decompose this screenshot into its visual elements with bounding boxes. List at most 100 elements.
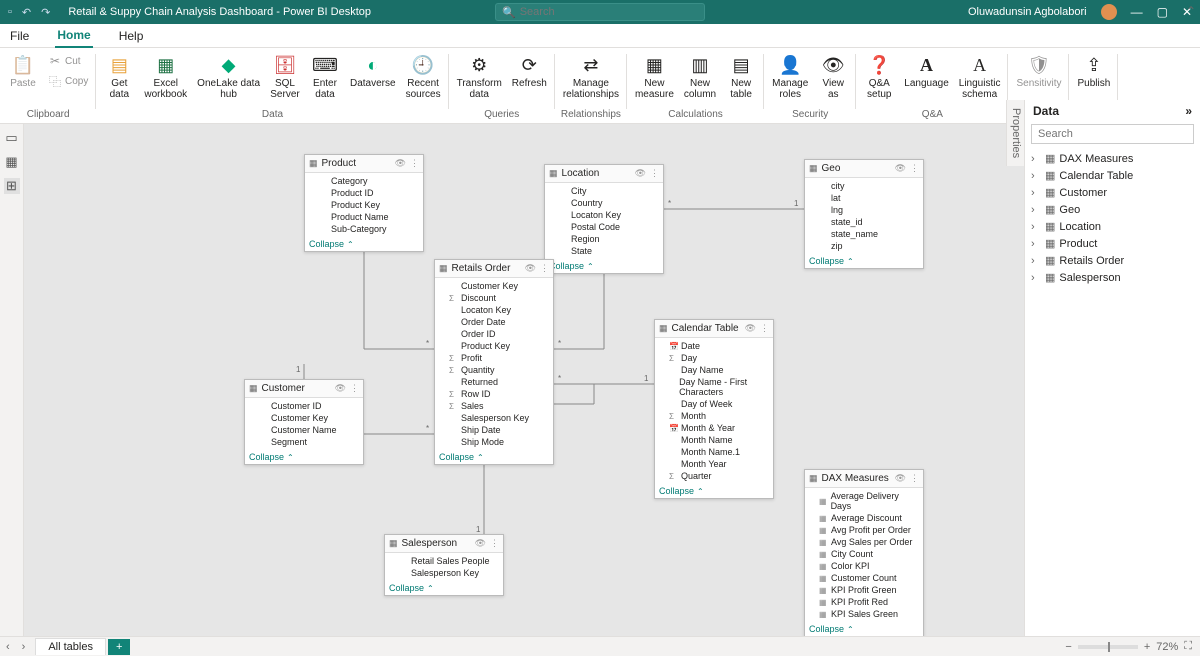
- field[interactable]: Day of Week: [669, 398, 767, 410]
- visibility-icon[interactable]: 👁: [475, 538, 486, 549]
- properties-tab[interactable]: Properties: [1006, 100, 1024, 166]
- tree-node[interactable]: ›▦Geo: [1029, 201, 1196, 218]
- copy-button[interactable]: ⿻Copy: [46, 72, 90, 90]
- language-button[interactable]: ALanguage: [902, 52, 951, 91]
- save-icon[interactable]: ▫: [8, 6, 12, 18]
- collapse-button[interactable]: Collapse: [245, 450, 363, 464]
- field[interactable]: Month Name.1: [669, 446, 767, 458]
- schema-button[interactable]: ALinguistic schema: [957, 52, 1003, 102]
- visibility-icon[interactable]: 👁: [635, 168, 646, 179]
- field[interactable]: ▦KPI Profit Green: [819, 584, 917, 596]
- field[interactable]: Country: [559, 197, 657, 209]
- field[interactable]: Locaton Key: [559, 209, 657, 221]
- zoom-fit-button[interactable]: ⛶: [1184, 640, 1192, 653]
- refresh-button[interactable]: ⟳Refresh: [510, 52, 549, 91]
- table-header[interactable]: ▦ Geo 👁 ⋮: [805, 160, 923, 178]
- collapse-button[interactable]: Collapse: [805, 622, 923, 636]
- view-as-button[interactable]: 👁View as: [816, 52, 850, 102]
- title-search-input[interactable]: [520, 6, 698, 18]
- ribbon-collapse-icon[interactable]: ⌃: [1186, 4, 1196, 18]
- table-header[interactable]: ▦ Customer 👁 ⋮: [245, 380, 363, 398]
- field[interactable]: Day Name: [669, 364, 767, 376]
- tree-node[interactable]: ›▦Calendar Table: [1029, 167, 1196, 184]
- field[interactable]: ▦Average Delivery Days: [819, 490, 917, 512]
- field[interactable]: Sub-Category: [319, 223, 417, 235]
- field[interactable]: Salesperson Key: [399, 567, 497, 579]
- tree-node[interactable]: ›▦Retails Order: [1029, 252, 1196, 269]
- more-icon[interactable]: ⋮: [650, 168, 659, 179]
- more-icon[interactable]: ⋮: [490, 538, 499, 549]
- field[interactable]: Month Year: [669, 458, 767, 470]
- field[interactable]: Customer Name: [259, 424, 357, 436]
- model-canvas[interactable]: 1* 1* *1 1* *1 *1 ▦ Product 👁 ⋮ Category…: [24, 124, 1024, 636]
- more-icon[interactable]: ⋮: [540, 263, 549, 274]
- field[interactable]: Segment: [259, 436, 357, 448]
- data-search[interactable]: [1031, 124, 1194, 144]
- menu-file[interactable]: File: [8, 25, 31, 47]
- field[interactable]: Month Name: [669, 434, 767, 446]
- table-header[interactable]: ▦ DAX Measures 👁 ⋮: [805, 470, 923, 488]
- expand-icon[interactable]: ›: [1031, 170, 1041, 182]
- sheet-tab[interactable]: All tables: [35, 638, 106, 655]
- field[interactable]: City: [559, 185, 657, 197]
- table-header[interactable]: ▦ Calendar Table 👁 ⋮: [655, 320, 773, 338]
- collapse-button[interactable]: Collapse: [655, 484, 773, 498]
- table-customer[interactable]: ▦ Customer 👁 ⋮ Customer IDCustomer KeyCu…: [244, 379, 364, 465]
- expand-icon[interactable]: ›: [1031, 238, 1041, 250]
- next-sheet-button[interactable]: ›: [16, 641, 32, 653]
- field[interactable]: ΣQuarter: [669, 470, 767, 482]
- field[interactable]: ΣSales: [449, 400, 547, 412]
- table-retails[interactable]: ▦ Retails Order 👁 ⋮ Customer KeyΣDiscoun…: [434, 259, 554, 465]
- collapse-button[interactable]: Collapse: [545, 259, 663, 273]
- field[interactable]: ▦KPI Sales Green: [819, 608, 917, 620]
- more-icon[interactable]: ⋮: [410, 158, 419, 169]
- field[interactable]: Category: [319, 175, 417, 187]
- tree-node[interactable]: ›▦Product: [1029, 235, 1196, 252]
- expand-icon[interactable]: ›: [1031, 255, 1041, 267]
- field[interactable]: zip: [819, 240, 917, 252]
- field[interactable]: Postal Code: [559, 221, 657, 233]
- field[interactable]: Ship Mode: [449, 436, 547, 448]
- collapse-button[interactable]: Collapse: [305, 237, 423, 251]
- field[interactable]: Product ID: [319, 187, 417, 199]
- visibility-icon[interactable]: 👁: [335, 383, 346, 394]
- more-icon[interactable]: ⋮: [760, 323, 769, 334]
- table-header[interactable]: ▦ Retails Order 👁 ⋮: [435, 260, 553, 278]
- zoom-out-button[interactable]: −: [1065, 641, 1071, 653]
- minimize-button[interactable]: —: [1131, 5, 1143, 19]
- visibility-icon[interactable]: 👁: [895, 163, 906, 174]
- data-pane-collapse-icon[interactable]: »: [1185, 104, 1192, 118]
- field[interactable]: ▦Avg Profit per Order: [819, 524, 917, 536]
- field[interactable]: Product Name: [319, 211, 417, 223]
- field[interactable]: Product Key: [319, 199, 417, 211]
- field[interactable]: Region: [559, 233, 657, 245]
- prev-sheet-button[interactable]: ‹: [0, 641, 16, 653]
- field[interactable]: Locaton Key: [449, 304, 547, 316]
- qa-setup-button[interactable]: ❓Q&A setup: [862, 52, 896, 102]
- sensitivity-button[interactable]: 🛡Sensitivity: [1014, 52, 1063, 91]
- field[interactable]: state_id: [819, 216, 917, 228]
- field[interactable]: Returned: [449, 376, 547, 388]
- field[interactable]: ΣQuantity: [449, 364, 547, 376]
- data-search-input[interactable]: [1031, 124, 1194, 144]
- field[interactable]: Ship Date: [449, 424, 547, 436]
- transform-button[interactable]: ⚙Transform data: [455, 52, 504, 102]
- table-geo[interactable]: ▦ Geo 👁 ⋮ citylatlngstate_idstate_namezi…: [804, 159, 924, 269]
- menu-help[interactable]: Help: [117, 25, 146, 47]
- publish-button[interactable]: ⇪Publish: [1075, 52, 1112, 91]
- new-table-button[interactable]: ▤New table: [724, 52, 758, 102]
- table-product[interactable]: ▦ Product 👁 ⋮ CategoryProduct IDProduct …: [304, 154, 424, 252]
- table-salesperson[interactable]: ▦ Salesperson 👁 ⋮ Retail Sales PeopleSal…: [384, 534, 504, 596]
- title-search[interactable]: 🔍: [495, 3, 705, 21]
- zoom-slider[interactable]: [1078, 645, 1138, 649]
- expand-icon[interactable]: ›: [1031, 221, 1041, 233]
- field[interactable]: Order ID: [449, 328, 547, 340]
- more-icon[interactable]: ⋮: [350, 383, 359, 394]
- field[interactable]: lng: [819, 204, 917, 216]
- excel-button[interactable]: ▦Excel workbook: [142, 52, 189, 102]
- field[interactable]: 📅Month & Year: [669, 422, 767, 434]
- sql-button[interactable]: 🗄SQL Server: [268, 52, 302, 102]
- field[interactable]: Product Key: [449, 340, 547, 352]
- menu-home[interactable]: Home: [55, 24, 92, 48]
- get-data-button[interactable]: ▤Get data: [102, 52, 136, 102]
